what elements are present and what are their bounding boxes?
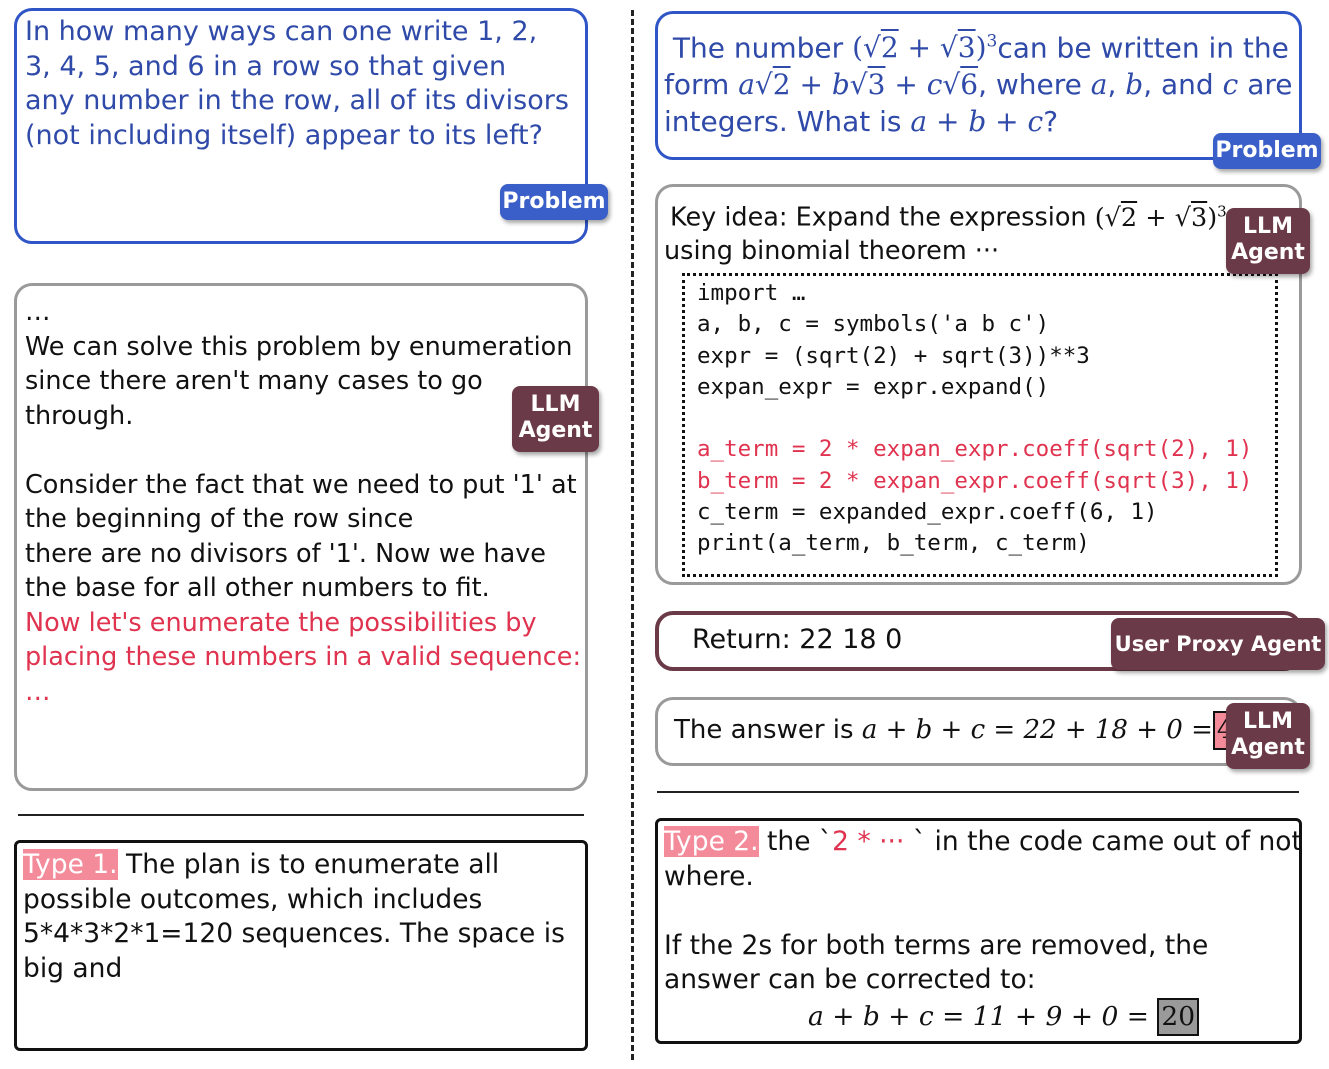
right-problem-text: The number (√2 + √3)3can be written in t… — [664, 31, 1293, 139]
text-line: there are no divisors of '1'. Now we hav… — [25, 538, 546, 569]
right-llm-agent-badge-1: LLM Agent — [1226, 208, 1310, 274]
text-span: The plan is to enumerate all — [117, 849, 500, 880]
badge-line: LLM — [530, 392, 581, 417]
badge-line: LLM — [1243, 214, 1293, 239]
text-line: where. — [664, 860, 754, 892]
text-line: If the 2s for both terms are removed, th… — [664, 929, 1209, 961]
text-line: big and — [23, 952, 123, 984]
left-note-text: Type 1. The plan is to enumerate all pos… — [23, 848, 565, 986]
math-expression: (√2 + √3)3 — [1094, 202, 1227, 233]
left-problem-badge: Problem — [500, 184, 608, 220]
text-line: answer can be corrected to: — [664, 964, 1036, 995]
highlighted-span: 2 * ··· — [832, 826, 905, 857]
code-line: expan_expr = expr.expand() — [697, 373, 1050, 400]
return-text: Return: 22 18 0 — [692, 624, 903, 655]
text-span: , where — [978, 68, 1091, 102]
type1-tag: Type 1. — [23, 849, 118, 880]
text-line: … — [25, 297, 51, 327]
code-line: print(a_term, b_term, c_term) — [697, 530, 1090, 557]
text-line: the base for all other numbers to fit. — [25, 573, 490, 603]
math-var: b — [1125, 68, 1144, 102]
answer-box: The answer is a + b + c = 22 + 18 + 0 =4… — [655, 697, 1302, 766]
right-problem-box: The number (√2 + √3)3can be written in t… — [655, 11, 1302, 160]
right-problem-badge: Problem — [1213, 133, 1321, 169]
badge-line: Agent — [518, 418, 593, 443]
code-line: c_term = expanded_expr.coeff(6, 1) — [697, 499, 1158, 526]
highlighted-line: Now let's enumerate the possibilities by — [25, 607, 537, 638]
code-line: import … — [697, 280, 806, 306]
left-type1-note: Type 1. The plan is to enumerate all pos… — [14, 840, 588, 1051]
math-expression: a√2 + b√3 + c√6 — [738, 68, 979, 102]
text-line: since there aren't many cases to go — [25, 366, 483, 396]
text-line: the beginning of the row since — [25, 504, 414, 534]
answer-value-20: 20 — [1157, 997, 1200, 1036]
badge-line: LLM — [1243, 709, 1293, 734]
code-line-error: b_term = 2 * expan_expr.coeff(sqrt(3), 1… — [697, 467, 1253, 494]
text-span: The number — [672, 31, 853, 65]
text-span: can be written in the — [997, 31, 1289, 65]
text-line: We can solve this problem by enumeration — [25, 331, 573, 362]
math-expression: a + b + c — [910, 105, 1044, 139]
right-llm-agent-badge-2: LLM Agent — [1226, 703, 1310, 769]
text-span: are — [1238, 68, 1293, 102]
key-idea-text: Key idea: Expand the expression (√2 + √3… — [664, 195, 1227, 268]
text-span: Key idea: Expand the expression — [670, 202, 1095, 233]
text-line: In how many ways can one write 1, 2, — [25, 16, 538, 47]
text-span: form — [664, 68, 739, 102]
highlighted-line: placing these numbers in a valid sequenc… — [25, 642, 582, 672]
code-line: a, b, c = symbols('a b c') — [697, 311, 1050, 338]
text-line: Consider the fact that we need to put '1… — [25, 469, 577, 500]
left-llm-agent-box: … We can solve this problem by enumerati… — [14, 283, 588, 791]
text-line: using binomial theorem ··· — [664, 235, 1000, 266]
text-line: (not including itself) appear to its lef… — [25, 119, 543, 151]
text-line: any number in the row, all of its diviso… — [25, 85, 569, 116]
left-divider — [18, 814, 584, 816]
column-separator — [631, 10, 634, 1060]
text-line: 3, 4, 5, and 6 in a row so that given — [25, 50, 507, 82]
text-line: through. — [25, 400, 134, 431]
math-var: c — [1222, 68, 1239, 102]
right-divider — [657, 791, 1299, 793]
left-llm-agent-badge: LLM Agent — [512, 386, 599, 452]
answer-text: The answer is a + b + c = 22 + 18 + 0 =4… — [674, 711, 1254, 750]
badge-line: Agent — [1231, 735, 1305, 760]
user-proxy-badge: User Proxy Agent — [1111, 618, 1325, 670]
math-var: a — [1090, 68, 1108, 102]
right-type2-note: Type 2. the `2 * ··· ` in the code came … — [655, 818, 1302, 1044]
left-problem-text: In how many ways can one write 1, 2, 3, … — [25, 15, 569, 153]
badge-line: Agent — [1231, 240, 1305, 265]
code-block: import … a, b, c = symbols('a b c') expr =… — [682, 273, 1278, 577]
text-span: ? — [1043, 105, 1059, 139]
code-line-error: a_term = 2 * expan_expr.coeff(sqrt(2), 1… — [697, 436, 1253, 463]
math-expression: a + b + c = 11 + 9 + 0 = — [808, 1000, 1149, 1032]
text-span: , and — [1143, 68, 1223, 102]
code-line: expr = (sqrt(2) + sqrt(3))**3 — [697, 342, 1090, 369]
type2-tag: Type 2. — [664, 826, 759, 857]
text-line: 5*4*3*2*1=120 sequences. The space is — [23, 918, 565, 949]
text-line: possible outcomes, which includes — [23, 883, 483, 915]
right-llm-agent-box: Key idea: Expand the expression (√2 + √3… — [655, 184, 1302, 585]
text-span: ` in the code came out of not — [904, 826, 1302, 857]
highlighted-line: … — [25, 676, 51, 707]
text-span: The answer is — [674, 715, 862, 745]
math-expression: a + b + c = 22 + 18 + 0 = — [861, 715, 1213, 745]
math-expression: (√2 + √3)3 — [852, 31, 998, 65]
text-span: the ` — [758, 826, 833, 857]
text-span: integers. What is — [664, 105, 911, 139]
left-agent-text: … We can solve this problem by enumerati… — [25, 295, 581, 709]
code-text: import … a, b, c = symbols('a b c') expr =… — [697, 278, 1252, 560]
right-note-text: Type 2. the `2 * ··· ` in the code came … — [664, 825, 1302, 1036]
